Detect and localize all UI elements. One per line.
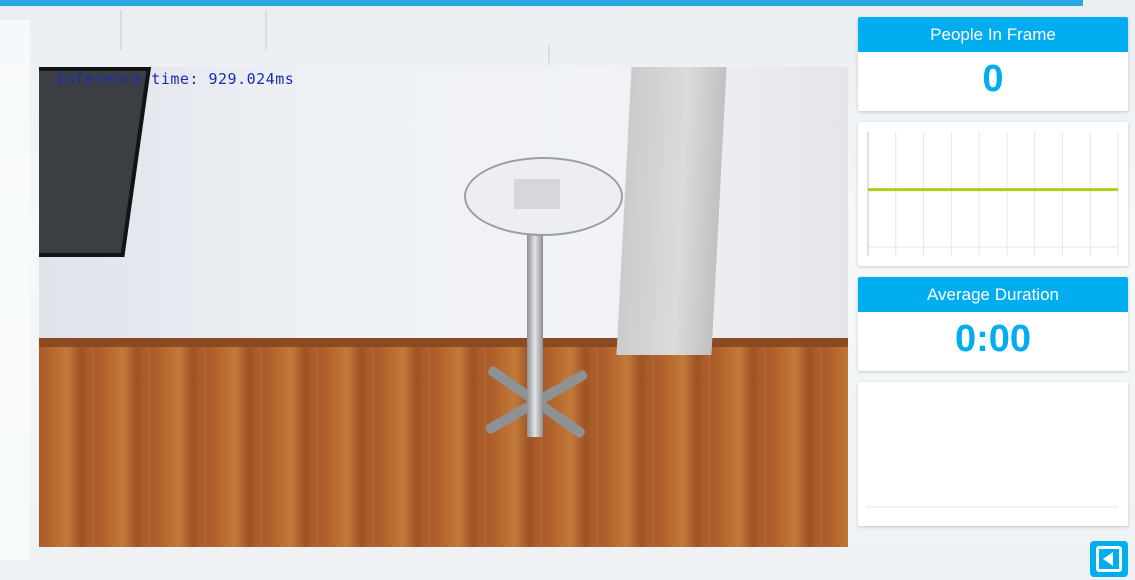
people-in-frame-title: People In Frame [858, 17, 1128, 52]
background-frame [265, 10, 267, 50]
people-chart-panel [858, 122, 1128, 266]
video-feed: Inference time: 929.024ms [39, 67, 848, 547]
average-duration-value: 0:00 [954, 318, 1032, 360]
background-frame [548, 45, 550, 65]
duration-chart [866, 506, 1118, 508]
background-window [0, 20, 30, 560]
video-wall [39, 67, 848, 355]
table-paper [514, 179, 560, 209]
top-progress-bar [0, 0, 1083, 6]
table-pole [527, 232, 543, 437]
average-duration-title: Average Duration [858, 277, 1128, 312]
video-baseboard [39, 338, 848, 348]
average-duration-panel: Average Duration 0:00 [858, 277, 1128, 371]
video-floor [39, 345, 848, 547]
video-pillar [616, 67, 727, 355]
background-frame [120, 10, 122, 50]
inference-time-text: Inference time: 929.024ms [56, 70, 295, 88]
duration-chart-panel [858, 382, 1128, 526]
people-in-frame-value: 0 [982, 58, 1004, 100]
collapse-left-icon [1096, 546, 1122, 572]
people-line-chart [867, 132, 1119, 256]
people-in-frame-panel: People In Frame 0 [858, 17, 1128, 111]
collapse-panel-button[interactable] [1090, 541, 1128, 577]
